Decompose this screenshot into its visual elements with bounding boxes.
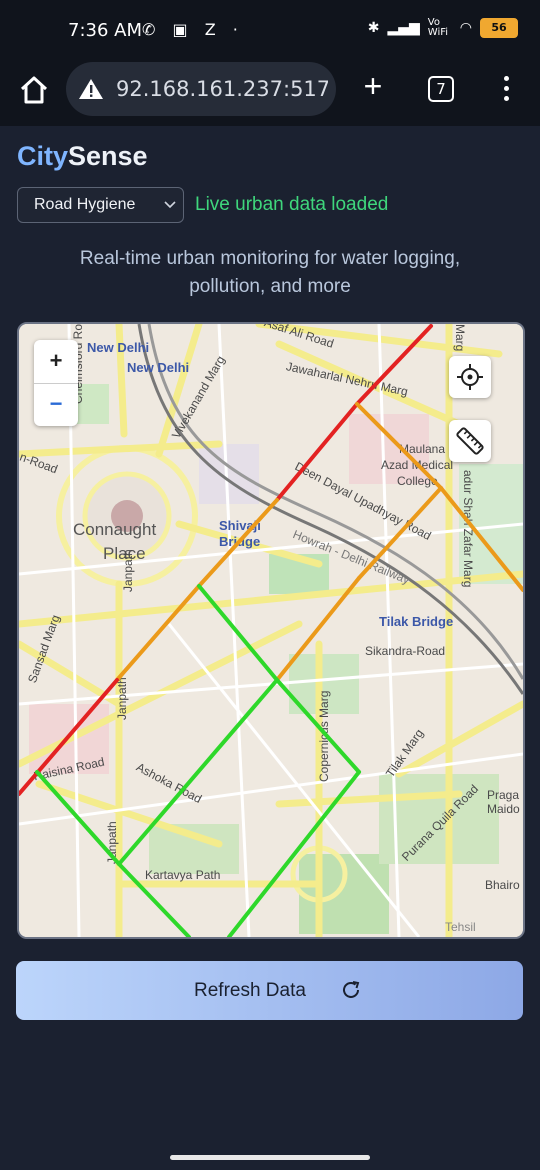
map-label: adur Shah Zafar Marg [461,470,475,588]
system-status-bar: 7:36 AM ✆ ▣ Z · ✱ ▂▄▆ Vo WiFi ◠ 56 [0,0,540,62]
map-label: Bhairo [485,878,520,892]
map-label: Sikandra-Road [365,644,446,658]
map-label: Tilak Bridge [379,614,454,629]
zoom-control: + − [34,340,78,426]
map-label: New Delhi [87,340,150,355]
browser-toolbar: 92.168.161.237:5173 + 7 [0,62,540,126]
battery-icon: 56 [480,18,518,38]
menu-dot [503,96,509,101]
zoom-in-button[interactable]: + [34,340,78,384]
map-label: Marg [453,324,467,352]
locate-button[interactable] [449,356,491,398]
map-label: Shivaji [219,518,261,533]
map-label: Maulana [399,442,446,456]
layer-select-value: Road Hygiene [34,196,136,213]
page-subtitle: Real-time urban monitoring for water log… [79,248,461,297]
clock: 7:36 AM [68,20,142,41]
refresh-icon [343,981,360,998]
map-label: Janpath [105,821,119,864]
refresh-data-button[interactable]: Refresh Data [16,961,523,1020]
map-label: Janpath [121,549,135,592]
home-button[interactable] [18,74,50,106]
map-label: Azad Medical [381,458,454,472]
home-icon [20,76,48,104]
map-label: Connaught [73,520,157,539]
menu-dot [503,86,509,91]
brand-city: City [17,141,69,171]
gesture-bar [170,1155,370,1160]
map-label: Maido [487,802,520,816]
address-bar[interactable]: 92.168.161.237:5173 [66,62,336,116]
new-tab-button[interactable]: + [356,70,390,104]
wifi-label: Vo WiFi [427,17,449,38]
refresh-label: Refresh Data [194,980,306,1001]
data-status: Live urban data loaded [195,194,389,215]
url-text[interactable]: 92.168.161.237:5173 [116,77,328,101]
map-base [19,324,523,937]
crosshair-icon [457,364,483,390]
map-label: New Delhi [127,360,190,375]
tab-switcher-button[interactable]: 7 [428,76,454,102]
layer-select[interactable]: Road Hygiene [17,187,184,223]
map-label: Tehsil [445,920,476,934]
ruler-icon [456,427,484,455]
map-label: College [397,474,438,488]
map-view[interactable]: New Delhi New Delhi Asaf Ali Road Jawaha… [17,322,525,939]
map-label: Janpath [115,677,129,720]
bluetooth-icon: ✱ [367,20,380,36]
brand-sense: Sense [68,141,148,171]
browser-menu-button[interactable] [500,76,512,104]
map-label: Praga [487,788,520,802]
notification-icons: ✆ ▣ Z · [142,20,244,39]
status-icons: ✱ ▂▄▆ Vo WiFi ◠ 56 [368,18,518,38]
zoom-out-button[interactable]: − [34,383,78,426]
map-label: Copernicus Marg [317,690,331,782]
signal-icon: ▂▄▆ [387,20,420,36]
app-logo: CitySense [17,141,148,172]
warning-icon[interactable] [78,77,104,101]
measure-button[interactable] [449,420,491,462]
wifi-icon: ◠ [459,20,472,36]
menu-dot [503,76,509,81]
chevron-down-icon [164,201,176,209]
map-label: Bridge [219,534,261,549]
map-label: Kartavya Path [145,868,221,882]
